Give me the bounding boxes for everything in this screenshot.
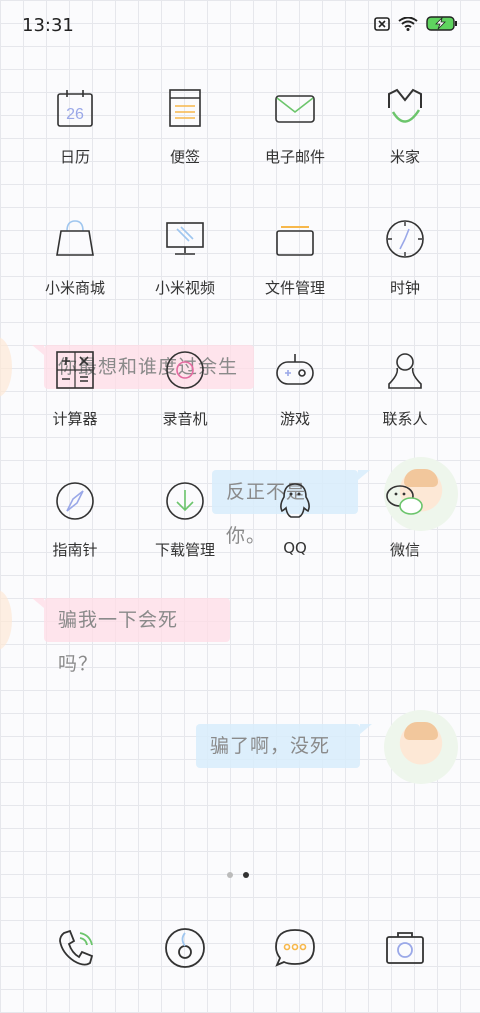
app-label: 便签 bbox=[169, 148, 200, 166]
dock-browser[interactable] bbox=[160, 923, 210, 973]
app-label: 文件管理 bbox=[264, 279, 325, 297]
page-indicator bbox=[227, 872, 249, 878]
app-clock[interactable]: 时钟 bbox=[350, 211, 460, 311]
calendar-icon: 26 bbox=[57, 90, 93, 127]
page-dot[interactable] bbox=[227, 872, 233, 878]
app-label: 下载管理 bbox=[154, 541, 215, 559]
gamepad-icon bbox=[276, 354, 314, 385]
app-label: 微信 bbox=[389, 541, 420, 559]
calculator-icon bbox=[56, 351, 94, 389]
mail-icon bbox=[275, 95, 315, 123]
status-icons bbox=[374, 16, 458, 31]
wallpaper-bubble: 骗了啊，没死 bbox=[196, 724, 372, 768]
app-label: 电子邮件 bbox=[264, 148, 325, 166]
page-dot-active[interactable] bbox=[243, 872, 249, 878]
app-label: 联系人 bbox=[382, 410, 428, 428]
app-email[interactable]: 电子邮件 bbox=[240, 80, 350, 180]
app-label: 指南针 bbox=[52, 541, 98, 559]
app-games[interactable]: 游戏 bbox=[240, 342, 350, 442]
app-calendar[interactable]: 26 日历 bbox=[20, 80, 130, 180]
app-wechat[interactable]: 微信 bbox=[350, 473, 460, 573]
clock-icon bbox=[386, 220, 424, 258]
compass-icon bbox=[56, 482, 94, 520]
wallpaper-avatar bbox=[384, 710, 458, 784]
download-icon bbox=[166, 482, 204, 520]
app-download-manager[interactable]: 下载管理 bbox=[130, 473, 240, 573]
recorder-icon bbox=[166, 351, 204, 389]
app-calculator[interactable]: 计算器 bbox=[20, 342, 130, 442]
folder-icon bbox=[276, 226, 314, 256]
wallpaper-avatar-left-2 bbox=[0, 590, 12, 650]
shopping-bag-icon bbox=[56, 220, 94, 256]
app-notes[interactable]: 便签 bbox=[130, 80, 240, 180]
status-time: 13:31 bbox=[22, 15, 74, 36]
wechat-icon bbox=[386, 485, 423, 515]
dock-camera[interactable] bbox=[380, 923, 430, 973]
app-label: QQ bbox=[283, 539, 307, 557]
app-label: 日历 bbox=[59, 148, 90, 166]
calendar-day: 26 bbox=[66, 106, 84, 123]
app-mi-store[interactable]: 小米商城 bbox=[20, 211, 130, 311]
app-compass[interactable]: 指南针 bbox=[20, 473, 130, 573]
mijia-icon bbox=[388, 88, 422, 123]
contacts-icon bbox=[388, 353, 422, 389]
wallpaper-avatar-left bbox=[0, 337, 12, 397]
app-label: 时钟 bbox=[389, 279, 420, 297]
app-mijia[interactable]: 米家 bbox=[350, 80, 460, 180]
qq-penguin-icon bbox=[280, 483, 310, 518]
dock-messages[interactable] bbox=[270, 923, 320, 973]
app-qq[interactable]: QQ bbox=[240, 473, 350, 573]
app-label: 小米商城 bbox=[44, 279, 105, 297]
battery-charging-icon bbox=[426, 16, 457, 31]
dock-phone[interactable] bbox=[50, 923, 100, 973]
notes-icon bbox=[169, 89, 201, 127]
app-label: 游戏 bbox=[279, 410, 310, 428]
browser-icon bbox=[165, 928, 205, 968]
phone-icon bbox=[59, 929, 94, 966]
camera-icon bbox=[386, 932, 424, 964]
app-label: 小米视频 bbox=[154, 279, 215, 297]
app-label: 录音机 bbox=[162, 410, 208, 428]
app-recorder[interactable]: 录音机 bbox=[130, 342, 240, 442]
video-monitor-icon bbox=[166, 222, 204, 255]
sim-off-icon bbox=[374, 16, 390, 31]
app-file-manager[interactable]: 文件管理 bbox=[240, 211, 350, 311]
app-contacts[interactable]: 联系人 bbox=[350, 342, 460, 442]
app-mi-video[interactable]: 小米视频 bbox=[130, 211, 240, 311]
messages-icon bbox=[275, 929, 315, 967]
status-bar: 13:31 bbox=[0, 0, 480, 52]
wallpaper-bubble: 骗我一下会死吗？ bbox=[32, 598, 230, 675]
app-label: 米家 bbox=[389, 148, 420, 166]
app-label: 计算器 bbox=[52, 410, 98, 428]
wifi-icon bbox=[398, 16, 418, 31]
